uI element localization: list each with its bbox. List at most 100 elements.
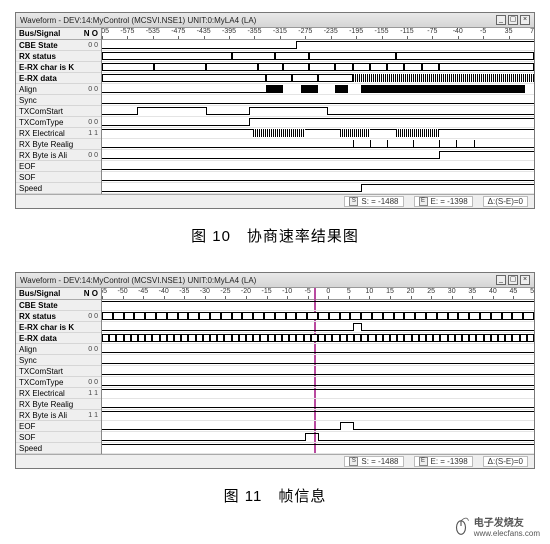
bus-cell [404,312,415,320]
bus-segment [102,63,154,71]
bus-cell [102,312,113,320]
ruler-tick-label: -535 [146,28,160,35]
waveform-segment [102,92,266,93]
minimize-icon[interactable]: _ [496,275,506,285]
signal-row[interactable]: TXComStart [16,366,101,377]
bus-cell [448,312,459,320]
time-ruler: -605-575-535-475-435-395-355-315-275-235… [102,28,534,40]
bus-cell [426,334,433,342]
ruler-tick-label: -35 [179,288,189,295]
ruler-tick-label: -30 [200,288,210,295]
signal-row[interactable]: E-RX data [16,73,101,84]
bus-cell [282,334,289,342]
block [266,85,283,93]
signal-name: TXComType [19,117,63,127]
waveform-segment [102,125,249,126]
signal-value: 0 0 [88,40,98,50]
signal-row[interactable]: Sync [16,95,101,106]
signal-row[interactable]: SOF [16,172,101,183]
signal-name: SOF [19,172,35,182]
maximize-icon[interactable]: ▢ [508,15,518,25]
bus-cell [304,334,311,342]
signal-name: RX Electrical [19,128,65,138]
signal-row[interactable]: TXComType0 0 [16,117,101,128]
minimize-icon[interactable]: _ [496,15,506,25]
signal-name: CBE State [19,40,58,50]
marker-e-button[interactable]: E [419,197,428,206]
signal-row[interactable]: CBE State 0 0 [16,40,101,51]
bus-cell [372,312,383,320]
signal-row[interactable]: EOF [16,161,101,172]
bus-cell [527,334,534,342]
signal-row[interactable]: CBE State [16,300,101,311]
signal-row[interactable]: RX status [16,51,101,62]
waveform-area[interactable]: -605-575-535-475-435-395-355-315-275-235… [102,28,534,194]
signal-row[interactable]: RX status0 0 [16,311,101,322]
signal-value: 1 1 [88,388,98,398]
signal-row[interactable]: TXComStart [16,106,101,117]
ruler-tick-label: 35 [505,28,513,35]
waveform-segment [370,129,396,130]
signal-row[interactable]: E-RX char is K [16,62,101,73]
waveform-segment [340,422,353,423]
signal-value: 0 0 [88,311,98,321]
maximize-icon[interactable]: ▢ [508,275,518,285]
waveform-segment [361,184,362,192]
signal-row[interactable]: Sync [16,355,101,366]
signal-row[interactable]: Align0 0 [16,84,101,95]
ruler-tick-label: 5 [347,288,351,295]
waveform-segment [102,301,534,302]
window-titlebar[interactable]: Waveform - DEV:14:MyControl (MCSVI.NSE1)… [16,13,534,28]
signal-row[interactable]: RX Electrical1 1 [16,128,101,139]
bus-cell [347,334,354,342]
close-icon[interactable]: × [520,15,530,25]
waveform-segment [102,444,534,445]
bus-cell [181,334,188,342]
bus-cell [404,334,411,342]
col-header-vals: N O [84,289,98,298]
bus-cell [390,334,397,342]
signal-row[interactable]: RX Byte Realig [16,139,101,150]
signal-row[interactable]: Align0 0 [16,344,101,355]
window-titlebar[interactable]: Waveform - DEV:14:MyControl (MCSVI.NSE1)… [16,273,534,288]
signal-row[interactable]: RX Byte is Ali1 1 [16,410,101,421]
waveform-segment [102,129,253,130]
marker-s-button[interactable]: S [349,197,358,206]
signal-row[interactable]: SOF [16,432,101,443]
bus-cell [512,334,519,342]
bus-segment [206,63,258,71]
close-icon[interactable]: × [520,275,530,285]
waveform-segment [137,107,206,108]
time-ruler: -55-50-45-40-35-30-25-20-15-10-505101520… [102,288,534,300]
signal-row[interactable]: E-RX char is K [16,322,101,333]
bus-cell [109,334,116,342]
signal-row[interactable]: Speed [16,183,101,194]
bus-cell [102,334,109,342]
bus-segment [422,63,439,71]
signal-list-header: Bus/Signal N O [16,288,101,300]
signal-row[interactable]: Speed [16,443,101,454]
signal-row[interactable]: E-RX data [16,333,101,344]
signal-row[interactable]: RX Byte is Ali0 0 [16,150,101,161]
signal-name: RX Electrical [19,388,65,398]
signal-name: E-RX char is K [19,322,74,332]
signal-row[interactable]: RX Byte Realig [16,399,101,410]
waveform-lane [102,172,534,183]
signal-name: RX Byte is Ali [19,410,67,420]
signal-row[interactable]: RX Electrical 1 1 [16,388,101,399]
waveform-segment [102,374,534,375]
status-s: SS: = -1488 [344,196,403,207]
marker-s-button[interactable]: S [349,457,358,466]
ruler-tick-label: 75 [530,28,534,35]
bus-cell [275,312,286,320]
marker-e-button[interactable]: E [419,457,428,466]
bus-cell [498,334,505,342]
waveform-area[interactable]: -55-50-45-40-35-30-25-20-15-10-505101520… [102,288,534,454]
signal-row[interactable]: TXComType0 0 [16,377,101,388]
signal-row[interactable]: EOF [16,421,101,432]
bus-cell [260,334,267,342]
signal-value: 0 0 [88,377,98,387]
bus-cell [167,312,178,320]
bus-cell [188,312,199,320]
bus-cell [340,312,351,320]
